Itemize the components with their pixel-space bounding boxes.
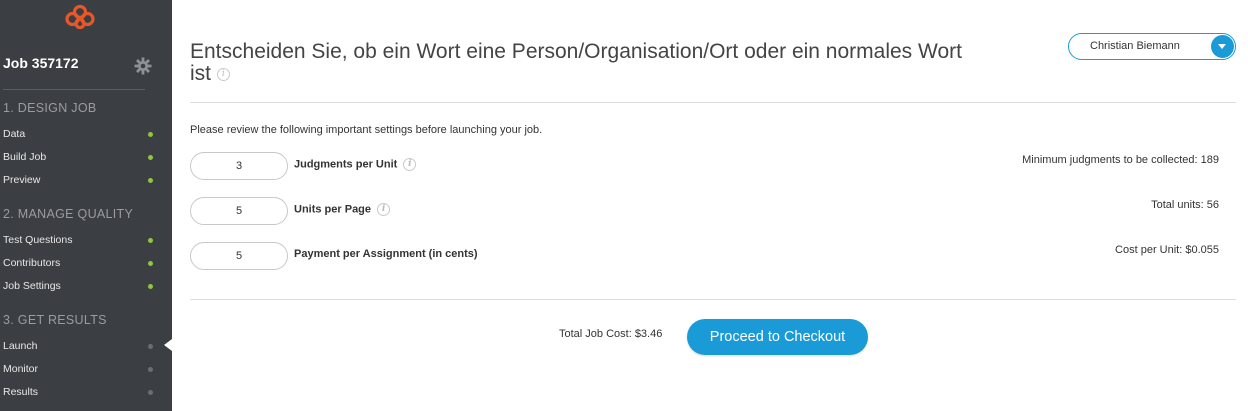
status-dot-complete [148,238,153,243]
cost-per-unit-stat: Cost per Unit: $0.055 [1115,244,1219,256]
active-item-caret-icon [164,339,172,351]
crowdflower-logo-icon[interactable] [64,4,96,30]
main-content: Entscheiden Sie, ob ein Wort eine Person… [172,0,1248,411]
proceed-to-checkout-button[interactable]: Proceed to Checkout [687,319,868,355]
sidebar-divider [3,89,145,90]
sidebar-item-preview[interactable]: Preview [3,174,153,192]
payment-per-assignment-input[interactable] [190,242,288,270]
status-dot-complete [148,178,153,183]
sidebar-item-label: Job Settings [3,280,61,292]
gear-icon[interactable] [134,57,152,75]
sidebar-item-label: Data [3,128,26,140]
sidebar: Job 357172 1. DESIGN JOB Data Build Job … [0,0,172,411]
total-units-stat: Total units: 56 [1151,199,1219,211]
info-icon[interactable]: i [216,67,230,81]
job-title: Job 357172 [3,55,79,71]
status-dot-pending [148,344,153,349]
sidebar-item-test-questions[interactable]: Test Questions [3,234,153,252]
judgments-per-unit-input[interactable] [190,152,288,180]
section-heading-get-results: 3. GET RESULTS [3,313,107,327]
divider-bottom [190,299,1236,300]
sidebar-item-launch[interactable]: Launch [3,340,153,358]
sidebar-item-build-job[interactable]: Build Job [3,151,153,169]
user-name: Christian Biemann [1090,40,1180,52]
units-per-page-label: Units per Page i [294,203,391,216]
min-judgments-stat: Minimum judgments to be collected: 189 [1022,154,1219,166]
info-icon[interactable]: i [377,203,391,216]
status-dot-complete [148,284,153,289]
sidebar-item-data[interactable]: Data [3,128,153,146]
divider-top [190,102,1236,103]
chevron-down-icon[interactable] [1211,35,1234,58]
setting-label-text: Units per Page [294,203,372,216]
sidebar-item-label: Test Questions [3,234,73,246]
sidebar-item-label: Results [3,386,39,398]
sidebar-item-monitor[interactable]: Monitor [3,363,153,381]
status-dot-complete [148,155,153,160]
sidebar-item-results[interactable]: Results [3,386,153,404]
sidebar-item-label: Launch [3,340,38,352]
section-heading-design-job: 1. DESIGN JOB [3,101,97,115]
page-title-text: Entscheiden Sie, ob ein Wort eine Person… [190,40,962,85]
info-icon[interactable]: i [403,158,417,171]
status-dot-pending [148,390,153,395]
status-dot-pending [148,367,153,372]
sidebar-item-label: Build Job [3,151,47,163]
launch-intro-text: Please review the following important se… [190,124,543,136]
setting-label-text: Judgments per Unit [294,158,398,171]
status-dot-complete [148,132,153,137]
sidebar-item-job-settings[interactable]: Job Settings [3,280,153,298]
judgments-per-unit-label: Judgments per Unit i [294,158,417,171]
sidebar-item-label: Monitor [3,363,39,375]
page-title: Entscheiden Sie, ob ein Wort eine Person… [190,41,970,85]
total-job-cost: Total Job Cost: $3.46 [559,328,663,340]
payment-per-assignment-label: Payment per Assignment (in cents) [294,248,478,260]
units-per-page-input[interactable] [190,197,288,225]
status-dot-complete [148,261,153,266]
user-menu-dropdown[interactable]: Christian Biemann [1068,33,1236,60]
sidebar-item-label: Contributors [3,257,61,269]
section-heading-manage-quality: 2. MANAGE QUALITY [3,207,134,221]
sidebar-item-contributors[interactable]: Contributors [3,257,153,275]
sidebar-item-label: Preview [3,174,41,186]
